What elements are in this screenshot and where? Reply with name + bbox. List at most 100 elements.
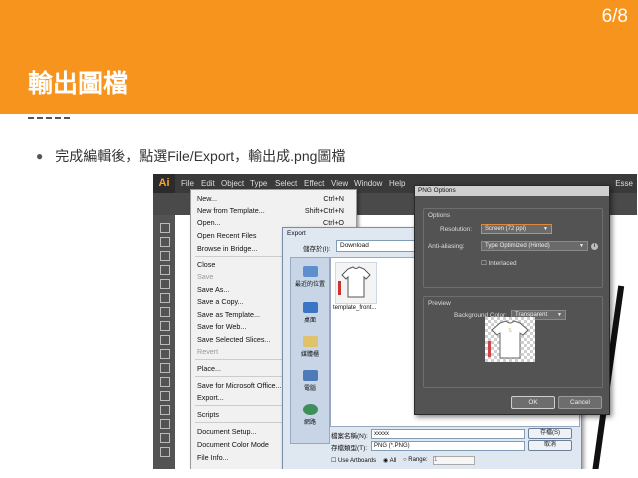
antialias-select[interactable]: Type Optimized (Hinted) ▼ (481, 241, 588, 251)
resolution-select[interactable]: Screen (72 ppi) ▼ (481, 224, 552, 234)
options-group: Options Resolution: Screen (72 ppi) ▼ Ant… (423, 208, 603, 288)
filename-input[interactable]: xxxxx (371, 429, 525, 439)
resolution-label: Resolution: (440, 226, 472, 233)
dropdown-arrow-icon: ▼ (557, 312, 562, 318)
filename-label: 檔案名稱(N): (331, 433, 368, 440)
interlaced-checkbox[interactable]: ☐ Interlaced (481, 259, 517, 267)
warp-tool-icon[interactable] (160, 405, 170, 415)
line-tool-icon[interactable] (160, 307, 170, 317)
dropdown-arrow-icon: ▼ (543, 226, 548, 232)
bullet-dot-icon: ● (36, 149, 44, 163)
menu-type[interactable]: Type (250, 179, 267, 188)
menu-select[interactable]: Select (275, 179, 297, 188)
shortcut-new-from-template: Shift+Ctrl+N (304, 206, 344, 215)
lasso-tool-icon[interactable] (160, 265, 170, 275)
place-libraries[interactable]: 媒體櫃 (291, 336, 329, 358)
brush-tool-icon[interactable] (160, 335, 170, 345)
type-tool-icon[interactable] (160, 293, 170, 303)
menu-item-revert: Revert (197, 347, 219, 356)
menu-item-scripts[interactable]: Scripts (197, 410, 219, 419)
menu-item-document-setup[interactable]: Document Setup... (197, 427, 257, 436)
graph-tool-icon[interactable] (160, 447, 170, 457)
use-artboards-checkbox[interactable]: ☐ Use Artboards (331, 457, 376, 464)
save-button[interactable]: 存檔(S) (528, 428, 572, 439)
menu-item-new[interactable]: New... (197, 194, 217, 203)
title-underline (28, 117, 70, 119)
menu-item-save-selected-slices[interactable]: Save Selected Slices... (197, 335, 271, 344)
png-options-title: PNG Options (415, 186, 609, 196)
menu-item-open-recent[interactable]: Open Recent Files (197, 231, 257, 240)
filetype-label: 存檔類型(T): (331, 445, 368, 452)
options-group-label: Options (428, 212, 451, 219)
menu-item-browse-bridge[interactable]: Browse in Bridge... (197, 244, 257, 253)
workspace-switcher[interactable]: Esse (615, 179, 633, 188)
menu-item-close[interactable]: Close (197, 260, 215, 269)
dropdown-arrow-icon: ▼ (579, 243, 584, 249)
scale-tool-icon[interactable] (160, 391, 170, 401)
selection-tool-icon[interactable] (160, 223, 170, 233)
menu-item-save-for-web[interactable]: Save for Web... (197, 322, 246, 331)
menu-item-save: Save (197, 272, 214, 281)
rectangle-tool-icon[interactable] (160, 321, 170, 331)
filetype-select[interactable]: PNG (*.PNG) (371, 441, 525, 451)
slide-title: 輸出圖檔 (28, 70, 129, 98)
tshirt-preview-icon: S (485, 317, 535, 362)
place-desktop[interactable]: 桌面 (291, 302, 329, 324)
computer-icon (302, 370, 318, 381)
look-in-label: 儲存於(I): (303, 246, 331, 253)
preview-group-label: Preview (428, 300, 451, 307)
range-radio[interactable]: ○ Range: (403, 457, 428, 463)
menu-item-document-color-mode[interactable]: Document Color Mode (197, 440, 269, 449)
libraries-icon (302, 336, 318, 347)
place-network[interactable]: 網路 (291, 404, 329, 426)
recent-places-icon (302, 266, 318, 277)
menu-item-save-for-office[interactable]: Save for Microsoft Office... (197, 381, 282, 390)
desktop-icon (302, 302, 318, 313)
cancel-button[interactable]: 取消 (528, 440, 572, 451)
antialias-label: Anti-aliasing: (428, 243, 465, 250)
all-radio[interactable]: ◉ All (383, 457, 396, 464)
bullet-item: ● 完成編輯後，點選File/Export，輸出成.png圖檔 (36, 146, 345, 166)
menu-item-save-a-copy[interactable]: Save a Copy... (197, 297, 244, 306)
menu-item-file-info[interactable]: File Info... (197, 453, 229, 462)
png-cancel-button[interactable]: Cancel (558, 396, 602, 409)
magic-wand-tool-icon[interactable] (160, 251, 170, 261)
menu-item-save-as[interactable]: Save As... (197, 285, 229, 294)
slide-header: 6/8 輸出圖檔 (0, 0, 638, 114)
menu-item-place[interactable]: Place... (197, 364, 221, 373)
menu-item-new-from-template[interactable]: New from Template... (197, 206, 265, 215)
menu-file[interactable]: File (181, 179, 194, 188)
direct-selection-tool-icon[interactable] (160, 237, 170, 247)
menu-item-open[interactable]: Open... (197, 218, 221, 227)
menu-window[interactable]: Window (354, 179, 382, 188)
pencil-tool-icon[interactable] (160, 349, 170, 359)
eraser-tool-icon[interactable] (160, 363, 170, 373)
info-icon[interactable]: i (591, 243, 598, 250)
tools-panel (153, 215, 175, 469)
png-options-dialog: PNG Options Options Resolution: Screen (… (414, 185, 610, 415)
menu-object[interactable]: Object (221, 179, 244, 188)
page-number: 6/8 (601, 6, 628, 27)
menu-edit[interactable]: Edit (201, 179, 215, 188)
free-transform-tool-icon[interactable] (160, 419, 170, 429)
file-name-label: template_front... (333, 305, 377, 311)
network-icon (302, 404, 318, 415)
menu-view[interactable]: View (331, 179, 348, 188)
menu-effect[interactable]: Effect (304, 179, 324, 188)
places-bar: 最近的位置 桌面 媒體櫃 電腦 網路 (290, 257, 330, 444)
ok-button[interactable]: OK (511, 396, 555, 409)
export-dialog-title: Export (287, 230, 306, 237)
illustrator-logo-icon: Ai (153, 174, 175, 193)
tshirt-thumbnail-icon (335, 262, 377, 304)
symbol-sprayer-tool-icon[interactable] (160, 433, 170, 443)
rotate-tool-icon[interactable] (160, 377, 170, 387)
place-computer[interactable]: 電腦 (291, 370, 329, 392)
illustrator-screenshot: Ai File Edit Object Type Select Effect V… (153, 174, 637, 469)
menu-help[interactable]: Help (389, 179, 405, 188)
range-input[interactable]: 1 (433, 456, 475, 465)
pen-tool-icon[interactable] (160, 279, 170, 289)
menu-item-save-as-template[interactable]: Save as Template... (197, 310, 260, 319)
menu-item-export[interactable]: Export... (197, 393, 224, 402)
shortcut-open: Ctrl+O (323, 218, 344, 227)
place-recent[interactable]: 最近的位置 (291, 266, 329, 288)
